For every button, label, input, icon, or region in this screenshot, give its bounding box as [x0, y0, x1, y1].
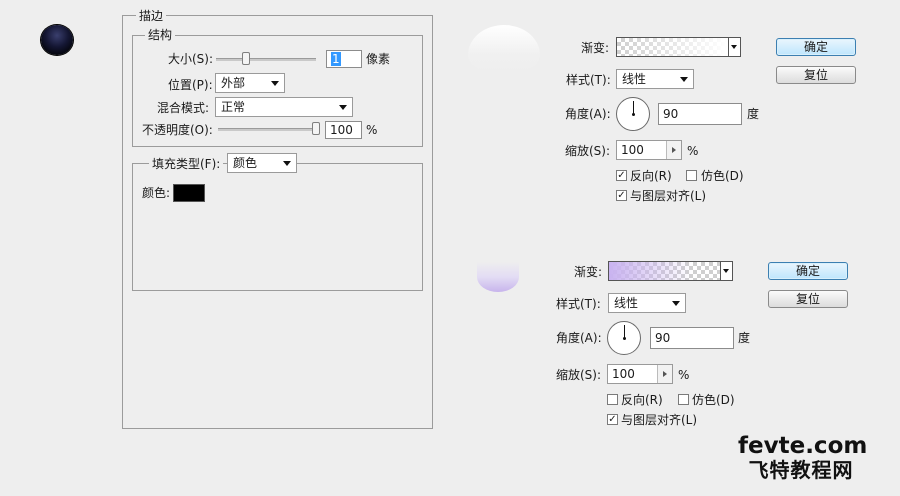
- opacity-slider-thumb[interactable]: [312, 122, 320, 135]
- stepper-arrow-icon[interactable]: [657, 365, 672, 383]
- reset-button[interactable]: 复位: [768, 290, 848, 308]
- opacity-input-value: 100: [330, 123, 353, 137]
- angle-input[interactable]: 90: [658, 103, 742, 125]
- blend-mode-select-value: 正常: [221, 100, 246, 114]
- chevron-down-icon[interactable]: [720, 262, 732, 280]
- dither-checkbox[interactable]: [686, 170, 697, 181]
- angle-dial[interactable]: [616, 97, 650, 131]
- size-input-value: 1: [331, 52, 341, 66]
- ok-button[interactable]: 确定: [776, 38, 856, 56]
- style-select-value: 线性: [614, 296, 639, 310]
- angle-label: 角度(A):: [565, 107, 611, 121]
- dark-orb-preview: [41, 25, 73, 55]
- gradient-label: 渐变:: [581, 41, 610, 55]
- gradient-preview: [617, 38, 728, 56]
- fill-type-group: [132, 163, 423, 291]
- gradient-label: 渐变:: [574, 265, 603, 279]
- align-with-layer-label: 与图层对齐(L): [630, 189, 707, 203]
- ok-button[interactable]: 确定: [768, 262, 848, 280]
- size-slider[interactable]: [216, 58, 316, 61]
- angle-dial[interactable]: [607, 321, 641, 355]
- angle-label: 角度(A):: [556, 331, 602, 345]
- chevron-down-icon: [283, 161, 291, 166]
- position-select-value: 外部: [221, 76, 246, 90]
- gradient-preview: [609, 262, 720, 280]
- scale-unit: %: [678, 368, 690, 382]
- watermark-domain: fevte.com: [738, 433, 868, 459]
- position-label: 位置(P):: [168, 78, 213, 92]
- structure-group-title: 结构: [145, 28, 176, 42]
- angle-input[interactable]: 90: [650, 327, 734, 349]
- align-with-layer-checkbox[interactable]: ✓: [616, 190, 627, 201]
- blend-mode-select[interactable]: 正常: [215, 97, 353, 117]
- chevron-down-icon: [680, 77, 688, 82]
- dither-label: 仿色(D): [701, 169, 744, 183]
- chevron-down-icon[interactable]: [728, 38, 740, 56]
- position-select[interactable]: 外部: [215, 73, 285, 93]
- style-label: 样式(T):: [556, 297, 601, 311]
- size-input[interactable]: 1: [326, 50, 362, 68]
- angle-input-value: 90: [663, 107, 679, 121]
- blend-mode-label: 混合模式:: [157, 101, 210, 115]
- reverse-label: 反向(R): [630, 169, 672, 183]
- angle-dial-center: [623, 337, 626, 340]
- scale-label: 缩放(S):: [556, 368, 602, 382]
- gradient-picker[interactable]: [616, 37, 741, 57]
- fill-type-select-value: 颜色: [233, 156, 258, 170]
- dither-label: 仿色(D): [692, 393, 735, 407]
- stroke-panel-title: 描边: [136, 9, 167, 23]
- purple-glow-preview: [477, 262, 519, 292]
- scale-unit: %: [687, 144, 699, 158]
- reverse-label: 反向(R): [621, 393, 663, 407]
- size-label: 大小(S):: [168, 52, 214, 66]
- scale-input-value: 100: [621, 143, 644, 157]
- style-select[interactable]: 线性: [608, 293, 686, 313]
- color-swatch[interactable]: [173, 184, 205, 202]
- opacity-input[interactable]: 100: [325, 121, 362, 139]
- scale-label: 缩放(S):: [565, 144, 611, 158]
- chevron-down-icon: [339, 105, 347, 110]
- watermark-logo: fevte.com 飞特教程网: [738, 433, 868, 482]
- dither-checkbox[interactable]: [678, 394, 689, 405]
- angle-input-value: 90: [655, 331, 671, 345]
- opacity-slider[interactable]: [218, 128, 318, 131]
- opacity-label: 不透明度(O):: [142, 123, 213, 137]
- gradient-picker[interactable]: [608, 261, 733, 281]
- style-label: 样式(T):: [566, 73, 611, 87]
- fill-type-select[interactable]: 颜色: [227, 153, 297, 173]
- chevron-down-icon: [271, 81, 279, 86]
- chevron-down-icon: [672, 301, 680, 306]
- watermark-site-name: 飞特教程网: [748, 458, 854, 482]
- size-slider-thumb[interactable]: [242, 52, 250, 65]
- color-label: 颜色:: [142, 186, 171, 200]
- reset-button[interactable]: 复位: [776, 66, 856, 84]
- fill-type-label: 填充类型(F):: [149, 157, 224, 171]
- reverse-checkbox[interactable]: [607, 394, 618, 405]
- stepper-arrow-icon[interactable]: [666, 141, 681, 159]
- size-unit: 像素: [366, 52, 391, 66]
- style-select-value: 线性: [622, 72, 647, 86]
- angle-unit: 度: [738, 331, 751, 345]
- align-with-layer-checkbox[interactable]: ✓: [607, 414, 618, 425]
- style-select[interactable]: 线性: [616, 69, 694, 89]
- scale-input[interactable]: 100: [607, 364, 673, 384]
- scale-input-value: 100: [612, 367, 635, 381]
- scale-input[interactable]: 100: [616, 140, 682, 160]
- white-glow-preview: [468, 25, 540, 75]
- align-with-layer-label: 与图层对齐(L): [621, 413, 698, 427]
- reverse-checkbox[interactable]: ✓: [616, 170, 627, 181]
- angle-dial-center: [632, 113, 635, 116]
- opacity-unit: %: [366, 123, 378, 137]
- angle-unit: 度: [747, 107, 760, 121]
